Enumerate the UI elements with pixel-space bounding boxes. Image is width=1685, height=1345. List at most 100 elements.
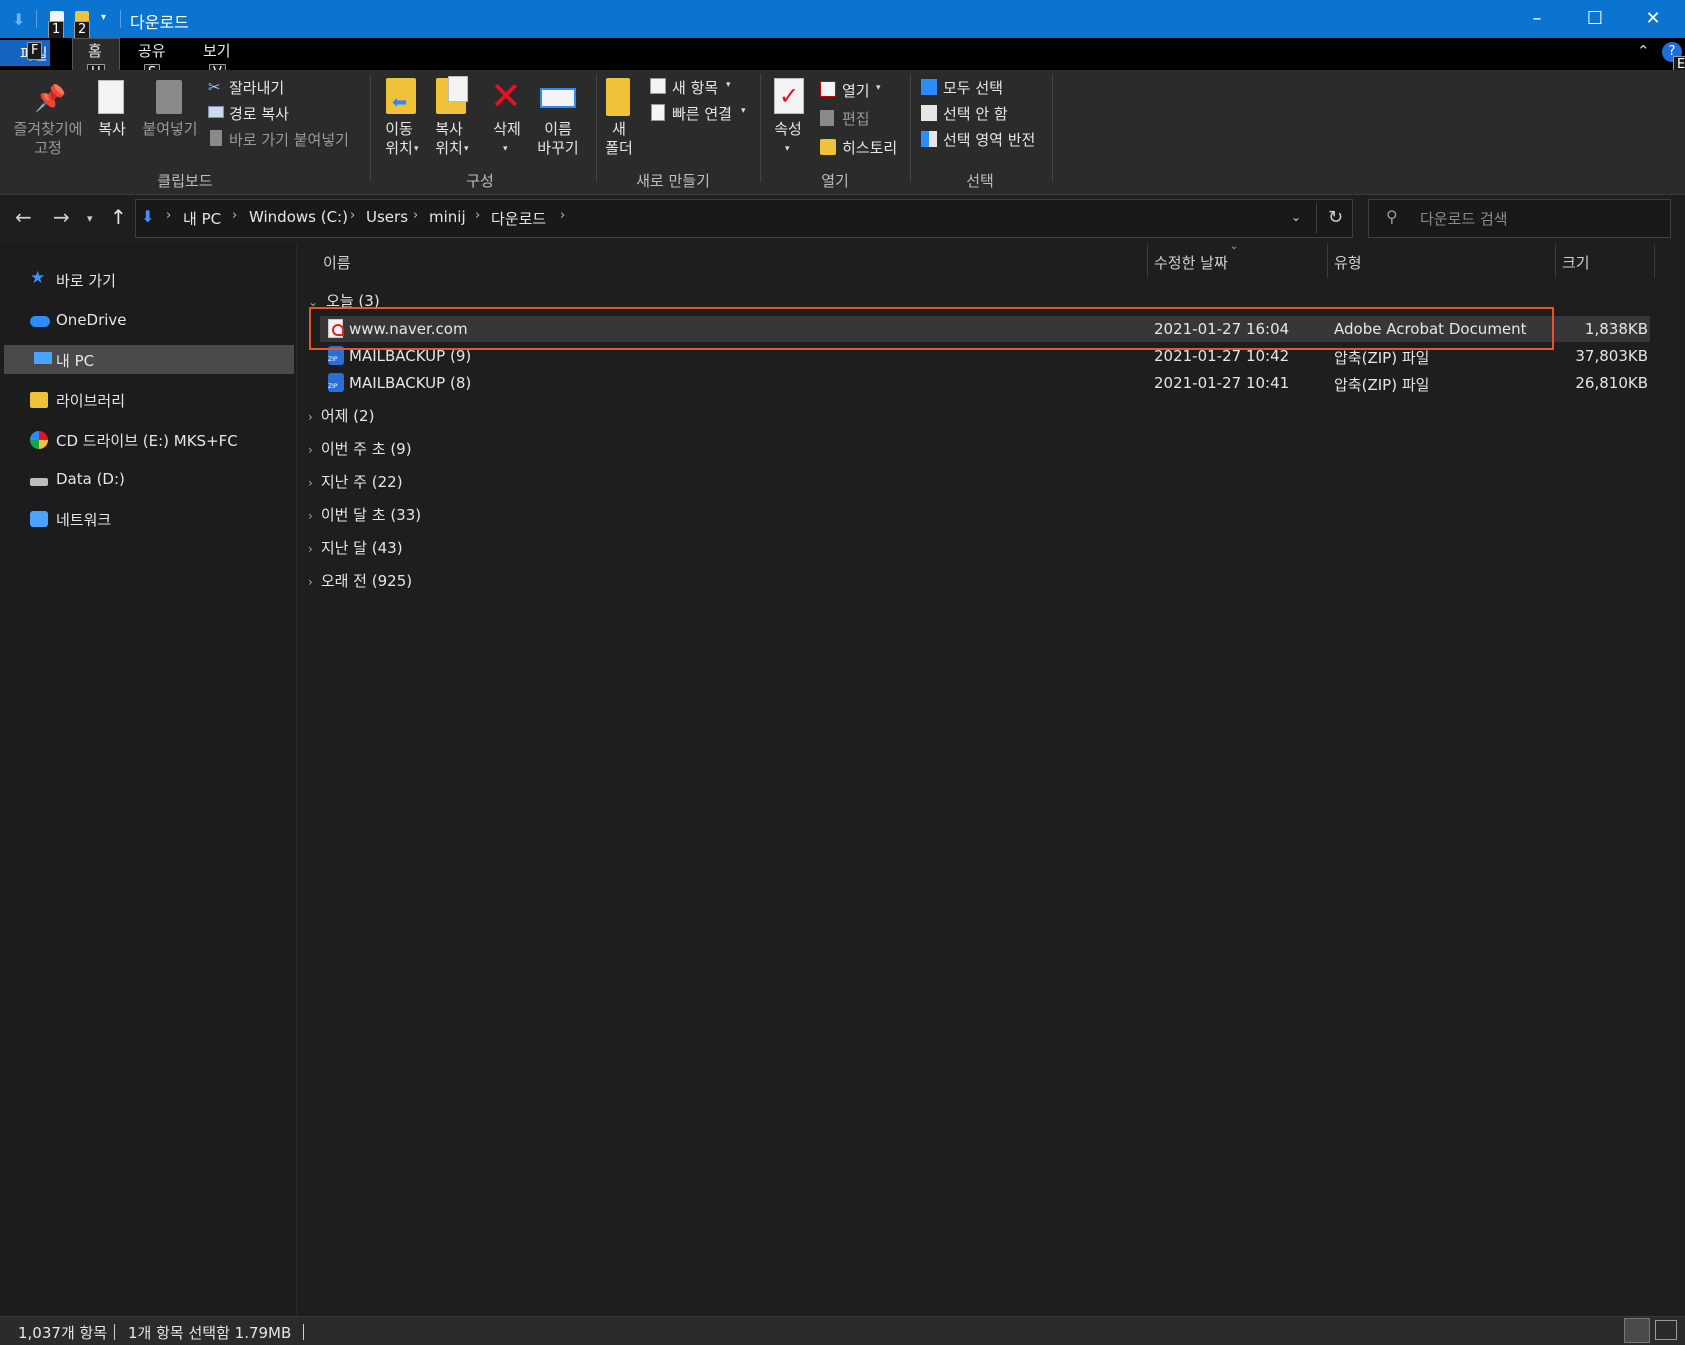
group-label: 이번 달 초 (33) xyxy=(320,506,422,524)
edit-icon xyxy=(820,110,834,126)
recent-locations-chevron-icon[interactable]: ▾ xyxy=(87,212,93,225)
column-divider[interactable] xyxy=(1555,244,1556,278)
pin-to-quick-access-button[interactable]: 즐겨찾기에 고정 xyxy=(6,120,90,158)
divider xyxy=(1316,203,1317,234)
group-header-last-week[interactable]: › 지난 주 (22) xyxy=(308,471,403,492)
pin-label-line1: 즐겨찾기에 xyxy=(13,120,83,138)
search-box[interactable] xyxy=(1368,199,1671,238)
sidebar-item-onedrive[interactable]: OneDrive xyxy=(0,305,296,337)
group-header-early-this-week[interactable]: › 이번 주 초 (9) xyxy=(308,438,412,459)
select-none-button[interactable]: 선택 안 함 xyxy=(943,103,1008,124)
keytip-2: 2 xyxy=(74,21,91,39)
address-history-chevron-icon[interactable]: ⌄ xyxy=(1291,210,1301,224)
sidebar-item-cd-drive[interactable]: CD 드라이브 (E:) MKS+FC xyxy=(0,424,296,456)
delete-button[interactable]: 삭제 xyxy=(485,120,529,139)
copy-to-page-icon xyxy=(448,76,468,102)
rename-line1: 이름 xyxy=(544,120,572,138)
cut-button[interactable]: 잘라내기 xyxy=(229,77,284,98)
breadcrumb-separator-icon[interactable]: › xyxy=(413,208,418,223)
column-header-type[interactable]: 유형 xyxy=(1334,252,1362,273)
new-group-title: 새로 만들기 xyxy=(636,172,710,190)
copy-path-button[interactable]: 경로 복사 xyxy=(229,103,289,124)
divider xyxy=(760,74,761,182)
breadcrumb-separator-icon[interactable]: › xyxy=(166,208,171,223)
network-icon xyxy=(30,511,48,527)
history-button[interactable]: 히스토리 xyxy=(842,137,897,158)
maximize-button[interactable]: ☐ xyxy=(1566,0,1624,38)
group-header-yesterday[interactable]: › 어제 (2) xyxy=(308,405,374,426)
breadcrumb-downloads[interactable]: 다운로드 xyxy=(491,208,546,229)
breadcrumb-users[interactable]: Users xyxy=(366,208,408,226)
column-divider[interactable] xyxy=(1327,244,1328,278)
copy-button[interactable]: 복사 xyxy=(92,120,132,139)
new-folder-button[interactable]: 새 폴더 xyxy=(598,120,640,158)
pane-divider[interactable] xyxy=(296,244,297,1316)
new-item-button[interactable]: 새 항목 xyxy=(672,77,718,98)
sidebar-item-data-drive[interactable]: Data (D:) xyxy=(0,464,296,496)
sidebar-item-libraries[interactable]: 라이브러리 xyxy=(0,384,296,416)
easy-access-icon xyxy=(651,104,665,121)
sidebar-item-quick-access[interactable]: ★ 바로 가기 xyxy=(0,264,296,296)
column-header-name[interactable]: 이름 xyxy=(323,252,351,273)
rename-button[interactable]: 이름 바꾸기 xyxy=(528,120,588,158)
down-arrow-icon[interactable]: ⬇ xyxy=(12,10,25,29)
group-header-early-this-month[interactable]: › 이번 달 초 (33) xyxy=(308,504,421,525)
breadcrumb-user[interactable]: minij xyxy=(429,208,466,226)
large-icons-view-icon[interactable] xyxy=(1655,1320,1677,1340)
breadcrumb-separator-icon[interactable]: › xyxy=(350,208,355,223)
breadcrumb-this-pc[interactable]: 내 PC xyxy=(183,208,221,229)
divider xyxy=(114,1324,115,1340)
history-icon xyxy=(820,139,836,155)
open-button[interactable]: 열기 xyxy=(842,80,870,101)
file-size: 26,810KB xyxy=(1575,374,1648,392)
sidebar-item-network[interactable]: 네트워크 xyxy=(0,503,296,535)
close-button[interactable]: ✕ xyxy=(1624,0,1682,38)
column-header-size[interactable]: 크기 xyxy=(1562,252,1590,273)
breadcrumb-separator-icon[interactable]: › xyxy=(560,208,565,223)
search-placeholder: 다운로드 검색 xyxy=(1420,210,1508,228)
edit-button[interactable]: 편집 xyxy=(842,108,870,129)
invert-selection-button[interactable]: 선택 영역 반전 xyxy=(943,129,1035,150)
tab-file[interactable]: 파일 xyxy=(0,40,50,66)
properties-dropdown-icon: ▾ xyxy=(785,144,790,154)
paste-shortcut-button[interactable]: 바로 가기 붙여넣기 xyxy=(229,129,349,150)
group-header-last-month[interactable]: › 지난 달 (43) xyxy=(308,537,403,558)
properties-button[interactable]: 속성 xyxy=(766,120,810,139)
forward-button[interactable]: → xyxy=(53,205,70,229)
group-label: 지난 주 (22) xyxy=(320,473,403,491)
group-header-long-ago[interactable]: › 오래 전 (925) xyxy=(308,570,412,591)
file-row[interactable]: MAILBACKUP (8) 2021-01-27 10:41 압축(ZIP) … xyxy=(320,370,1650,396)
group-label: 지난 달 (43) xyxy=(320,539,403,557)
refresh-icon[interactable]: ↻ xyxy=(1328,207,1343,228)
copy-path-icon xyxy=(208,106,224,118)
library-icon xyxy=(30,392,48,408)
divider xyxy=(1052,74,1053,182)
up-button[interactable]: ↑ xyxy=(110,205,127,229)
easy-access-button[interactable]: 빠른 연결 xyxy=(672,103,732,124)
details-view-icon[interactable] xyxy=(1624,1318,1650,1343)
column-header-modified[interactable]: 수정한 날짜 xyxy=(1154,252,1228,273)
tab-share[interactable]: 공유 xyxy=(138,40,166,61)
invert-selection-icon xyxy=(921,131,937,147)
breadcrumb-drive-c[interactable]: Windows (C:) xyxy=(249,208,348,226)
new-folder-line2: 폴더 xyxy=(605,139,633,157)
breadcrumb-separator-icon[interactable]: › xyxy=(475,208,480,223)
select-all-button[interactable]: 모두 선택 xyxy=(943,77,1003,98)
open-group-title: 열기 xyxy=(821,172,849,190)
breadcrumb-separator-icon[interactable]: › xyxy=(232,208,237,223)
expand-chevron-icon: › xyxy=(308,476,313,490)
sidebar-item-this-pc[interactable]: 내 PC xyxy=(4,345,294,374)
column-divider[interactable] xyxy=(1147,244,1148,278)
back-button[interactable]: ← xyxy=(15,205,32,229)
expand-chevron-icon: › xyxy=(308,410,313,424)
file-name: MAILBACKUP (8) xyxy=(349,374,472,392)
paste-button[interactable]: 붙여넣기 xyxy=(138,120,202,139)
file-type: 압축(ZIP) 파일 xyxy=(1334,349,1430,367)
tab-view[interactable]: 보기 xyxy=(203,40,231,61)
minimize-button[interactable]: – xyxy=(1508,0,1566,38)
title-bar: ⬇ 1 2 ▾ 다운로드 – ☐ ✕ xyxy=(0,0,1685,39)
customize-qa-chevron-icon[interactable]: ▾ xyxy=(101,12,106,23)
collapse-ribbon-icon[interactable]: ⌃ xyxy=(1637,42,1650,60)
column-divider[interactable] xyxy=(1654,244,1655,278)
move-to-dropdown-icon: ▾ xyxy=(414,144,419,154)
